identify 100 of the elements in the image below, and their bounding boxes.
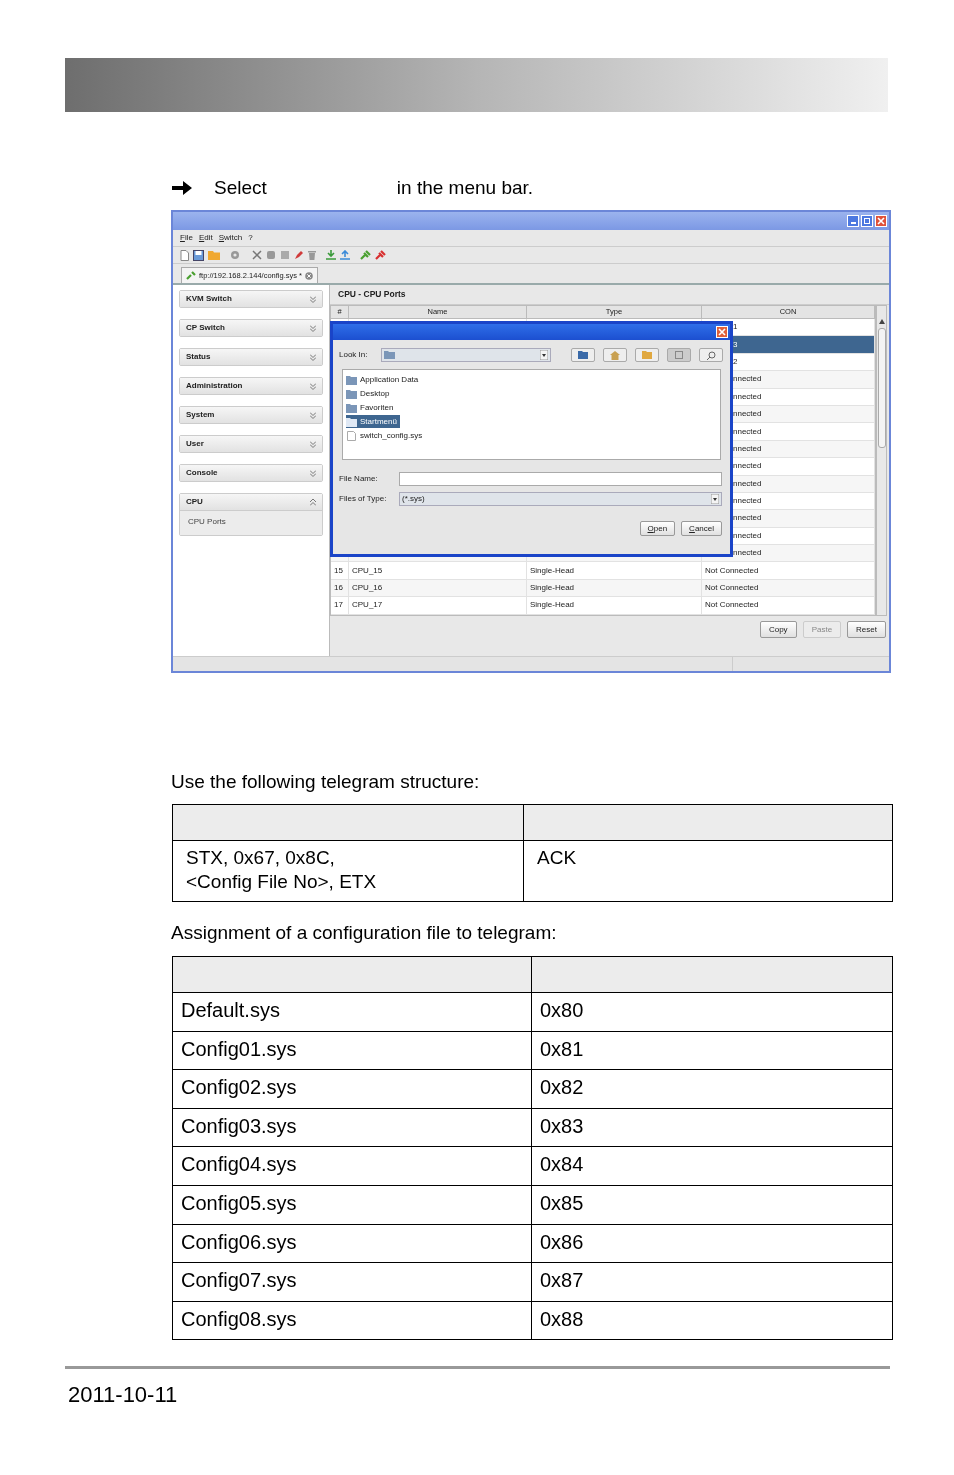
- expand-icon: [310, 295, 316, 303]
- sidebar-section[interactable]: CP Switch: [180, 320, 322, 336]
- table-cell: CPU_17: [352, 599, 383, 612]
- table-cell-text: Config02.sys: [181, 1075, 298, 1100]
- sidebar-section[interactable]: System: [180, 407, 322, 423]
- folder-icon: [578, 351, 588, 359]
- menu-item[interactable]: Edit: [198, 232, 213, 244]
- table-cell: 16: [334, 582, 343, 595]
- sidebar-section[interactable]: Status: [180, 349, 322, 365]
- table-cell-text: 0x82: [540, 1075, 585, 1100]
- folder-icon: [346, 374, 357, 385]
- table-row[interactable]: 15 CPU_15 Single-Head Not Connected: [331, 562, 875, 580]
- table-cell: 17: [334, 599, 343, 612]
- dialog-button[interactable]: Cancel: [681, 521, 722, 536]
- arrow-icon: [172, 180, 192, 197]
- table-cell: nnected: [733, 495, 762, 508]
- table-cell: nnected: [733, 425, 762, 438]
- dropdown-arrow-icon: [711, 494, 719, 504]
- up-folder-button[interactable]: [571, 348, 595, 362]
- connect-plug-icon[interactable]: [360, 250, 371, 260]
- disconnect-plug-icon[interactable]: [375, 250, 386, 260]
- list-view-button[interactable]: [667, 348, 691, 362]
- maximize-icon[interactable]: [861, 215, 873, 227]
- pencil-icon[interactable]: [294, 250, 304, 260]
- details-view-button[interactable]: [699, 348, 723, 362]
- table-cell: Not Connected: [705, 599, 759, 612]
- table-cell-text: 0x85: [540, 1190, 585, 1215]
- table-cell-text: Config04.sys: [181, 1152, 298, 1177]
- copy-icon[interactable]: [266, 250, 276, 260]
- look-in-dropdown[interactable]: [381, 348, 551, 362]
- table-cell-text: Config01.sys: [181, 1036, 298, 1061]
- sidebar-section[interactable]: Administration: [180, 378, 322, 394]
- table-cell: 2: [733, 355, 738, 368]
- paste-icon[interactable]: [280, 250, 290, 260]
- close-icon[interactable]: [305, 271, 313, 280]
- scrollbar-thumb[interactable]: [877, 328, 886, 448]
- action-button[interactable]: Copy: [759, 621, 797, 638]
- file-name-label: File Name:: [339, 473, 379, 485]
- file-name-field[interactable]: [399, 472, 722, 486]
- trash-icon[interactable]: [308, 250, 316, 260]
- files-of-type-dropdown[interactable]: (*.sys): [399, 492, 722, 506]
- look-in-label: Look In:: [339, 349, 369, 361]
- table-cell: nnected: [733, 442, 762, 455]
- menu-item[interactable]: File: [180, 232, 193, 244]
- home-button[interactable]: [603, 348, 627, 362]
- menu-item[interactable]: Switch: [218, 232, 243, 244]
- close-icon[interactable]: [716, 326, 728, 338]
- plug-icon: [186, 271, 196, 280]
- table-cell-text: Config05.sys: [181, 1190, 298, 1215]
- collapse-icon: [310, 498, 316, 506]
- table-cell: nnected: [733, 477, 762, 490]
- new-folder-button[interactable]: [635, 348, 659, 362]
- file-list-item[interactable]: Startmenü: [346, 415, 400, 428]
- table-cell-text: STX, 0x67, 0x8C, <Config File No>, ETX: [186, 846, 378, 894]
- table-cell-text: 0x84: [540, 1152, 585, 1177]
- table-cell-text: 0x80: [540, 998, 585, 1022]
- file-list-item[interactable]: Desktop: [346, 387, 393, 400]
- dialog-button[interactable]: Open: [639, 521, 676, 536]
- expand-icon: [310, 469, 316, 477]
- table-cell-text: 0x83: [540, 1113, 585, 1138]
- close-icon[interactable]: [875, 215, 887, 227]
- table-cell-text: 0x81: [540, 1036, 585, 1061]
- table-cell: 1: [733, 321, 738, 334]
- action-button[interactable]: Reset: [847, 621, 886, 638]
- sidebar-section[interactable]: Console: [180, 465, 322, 481]
- scrollbar[interactable]: [876, 305, 887, 616]
- folder-icon: [346, 402, 357, 413]
- sidebar-section[interactable]: KVM Switch: [180, 291, 322, 307]
- sidebar-section[interactable]: User: [180, 436, 322, 452]
- download-icon[interactable]: [326, 250, 336, 260]
- table-cell: 3: [733, 338, 738, 351]
- file-list-item[interactable]: Application Data: [346, 373, 422, 386]
- table-row[interactable]: 17 CPU_17 Single-Head Not Connected: [331, 597, 875, 615]
- table-cell-text: 0x86: [540, 1229, 585, 1254]
- square-icon: [675, 351, 683, 359]
- minimize-icon[interactable]: [847, 215, 859, 227]
- upload-icon[interactable]: [340, 250, 350, 260]
- table-cell-text: 0x88: [540, 1306, 585, 1331]
- table-cell-text: ACK: [537, 846, 578, 870]
- dropdown-arrow-icon: [540, 350, 548, 360]
- table-cell: CPU_16: [352, 582, 383, 595]
- scissors-icon[interactable]: [252, 250, 262, 260]
- expand-icon: [310, 382, 316, 390]
- table-cell: nnected: [733, 512, 762, 525]
- folder-icon: [642, 351, 652, 359]
- file-list-item[interactable]: switch_config.sys: [346, 429, 426, 442]
- gear-icon[interactable]: [230, 250, 240, 260]
- table-cell: nnected: [733, 529, 762, 542]
- sidebar-section[interactable]: CPU: [180, 494, 322, 510]
- expand-icon: [310, 440, 316, 448]
- menu-item[interactable]: ?: [248, 232, 253, 244]
- scroll-up-icon[interactable]: [878, 319, 885, 324]
- table-cell-text: Default.sys: [181, 998, 281, 1022]
- folder-icon[interactable]: [208, 250, 220, 260]
- save-icon[interactable]: [193, 249, 204, 261]
- table-cell-text: Config07.sys: [181, 1268, 298, 1293]
- instruction-text: Select: [214, 176, 267, 200]
- table-cell-text: 0x87: [540, 1268, 585, 1293]
- table-cell: Single-Head: [530, 564, 575, 577]
- file-list-item[interactable]: Favoriten: [346, 401, 397, 414]
